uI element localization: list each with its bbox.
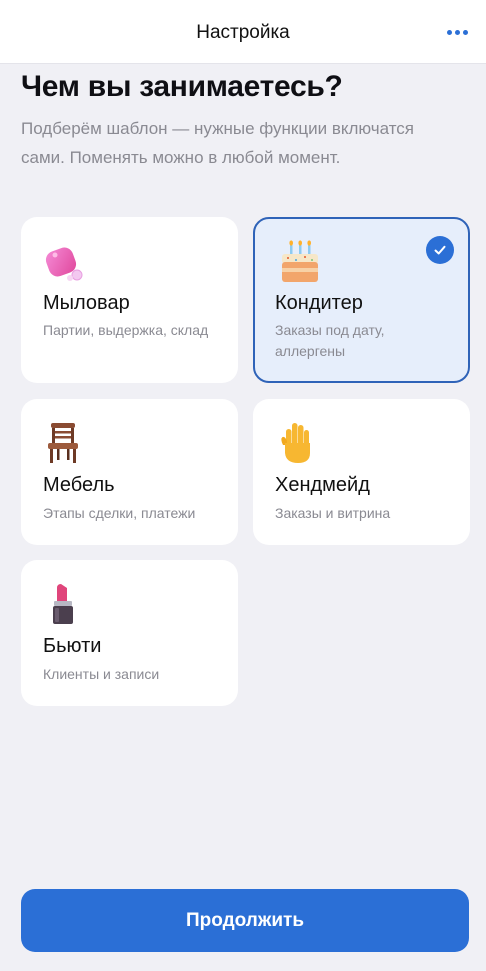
more-dot	[454, 29, 460, 35]
option-title: Кондитер	[275, 292, 363, 314]
option-description: Этапы сделки, платежи	[43, 505, 196, 521]
option-title: Хендмейд	[275, 474, 370, 496]
screen-title: Настройка	[196, 22, 290, 43]
page-subtitle: Подберём шаблон — нужные функции включат…	[21, 119, 415, 167]
lipstick-icon	[53, 584, 73, 624]
page-heading: Чем вы занимаетесь?	[21, 70, 343, 103]
option-description: Заказы и витрина	[275, 505, 391, 521]
more-horizontal-icon	[446, 29, 452, 35]
soap-icon	[45, 247, 83, 281]
more-options-button[interactable]	[442, 18, 472, 46]
selected-check-icon	[426, 236, 454, 264]
option-card-handmade[interactable]: Хендмейд Заказы и витрина	[253, 399, 470, 545]
more-dot	[462, 29, 468, 35]
option-title: Мебель	[43, 474, 115, 496]
chair-icon	[48, 423, 78, 463]
option-title: Мыловар	[43, 292, 130, 314]
option-card-confectioner[interactable]: Кондитер Заказы под дату, аллергены	[253, 217, 470, 383]
top-bar: Настройка	[0, 0, 486, 64]
option-description: Клиенты и записи	[43, 666, 160, 682]
option-card-furniture[interactable]: Мебель Этапы сделки, платежи	[21, 399, 238, 545]
continue-button[interactable]: Продолжить	[21, 889, 469, 952]
birthday-cake-icon	[282, 240, 318, 282]
option-description: Партии, выдержка, склад	[43, 322, 209, 338]
raised-hand-icon	[281, 423, 310, 463]
option-card-soapmaker[interactable]: Мыловар Партии, выдержка, склад	[21, 217, 238, 383]
option-title: Бьюти	[43, 635, 102, 657]
option-card-beauty[interactable]: Бьюти Клиенты и записи	[21, 560, 238, 706]
option-description: Заказы под дату, аллергены	[275, 322, 385, 359]
